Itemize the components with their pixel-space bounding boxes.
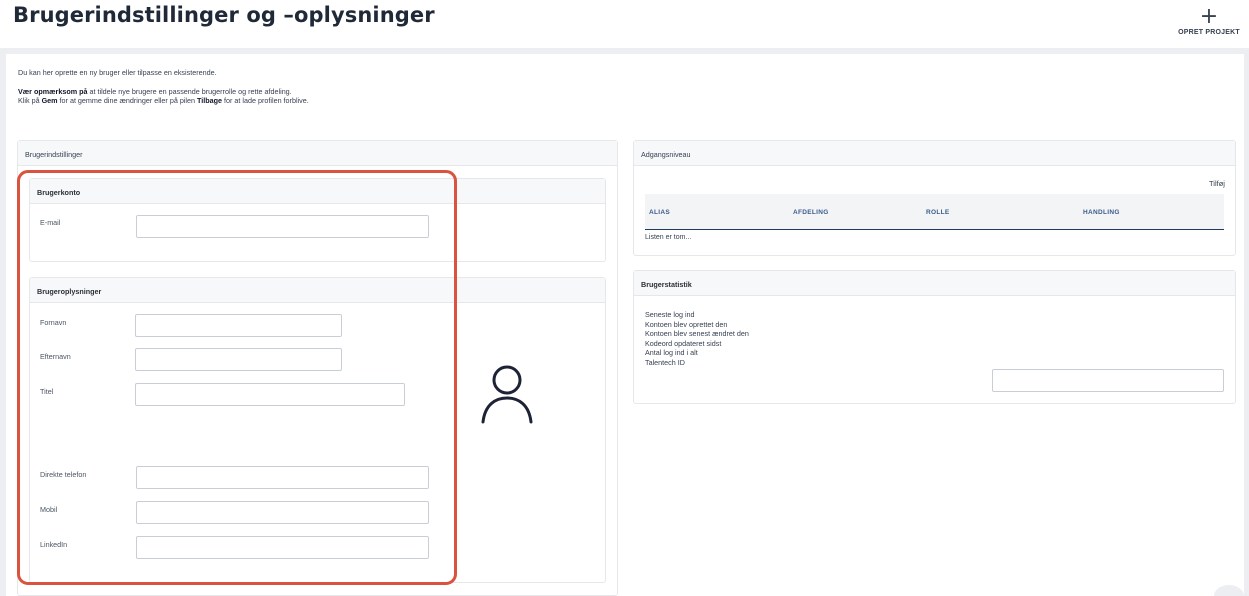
intro-line-2-rest: at tildele nye brugere en passende bruge…	[87, 86, 292, 96]
access-level-title: Adgangsniveau	[634, 141, 1235, 166]
stat-modified: Kontoen blev senest ændret den	[645, 329, 749, 338]
intro-line-3-pre: Klik på	[18, 96, 42, 105]
intro-line-2: Vær opmærksom på at tildele nye brugere …	[18, 87, 309, 97]
column-header-action[interactable]: HANDLING	[1083, 209, 1120, 216]
stat-talentech-id-label: Talentech ID	[645, 357, 685, 367]
user-stats-title: Brugerstatistik	[634, 271, 1235, 296]
linkedin-field[interactable]	[136, 536, 429, 559]
job-title-label: Titel	[40, 387, 54, 396]
direct-phone-field[interactable]	[136, 466, 429, 489]
mobile-label: Mobil	[40, 505, 58, 514]
user-info-title: Brugeroplysninger	[30, 278, 605, 303]
plus-icon: +	[1199, 4, 1219, 29]
avatar-icon[interactable]	[479, 361, 535, 425]
user-stats-list: Seneste log ind Kontoen blev oprettet de…	[645, 310, 749, 367]
job-title-field[interactable]	[135, 383, 405, 406]
stat-password-updated: Kodeord opdateret sidst	[645, 338, 722, 348]
direct-phone-label: Direkte telefon	[40, 470, 87, 479]
access-table-header: ALIAS AFDELING ROLLE HANDLING	[645, 194, 1224, 230]
last-name-label: Efternavn	[40, 352, 71, 361]
user-account-title: Brugerkonto	[30, 179, 605, 204]
talentech-id-field[interactable]	[992, 369, 1224, 392]
add-access-link[interactable]: Tilføj	[1209, 179, 1225, 188]
page-title: Brugerindstillinger og –oplysninger	[13, 3, 435, 27]
column-header-role[interactable]: ROLLE	[926, 209, 950, 216]
intro-line-3-tilbage: Tilbage	[197, 96, 223, 105]
first-name-label: Fornavn	[40, 318, 67, 327]
user-settings-title: Brugerindstillinger	[18, 141, 617, 166]
intro-line-3: Klik på Gem for at gemme dine ændringer …	[18, 96, 309, 106]
stat-last-login: Seneste log ind	[645, 310, 695, 319]
column-header-alias[interactable]: ALIAS	[649, 209, 670, 216]
last-name-field[interactable]	[135, 348, 342, 371]
intro-line-3-gem: Gem	[41, 96, 58, 105]
stat-created: Kontoen blev oprettet den	[645, 319, 728, 329]
intro-line-3-end: for at lade profilen forblive.	[222, 96, 309, 105]
email-label: E-mail	[40, 218, 61, 227]
create-project-button[interactable]: + OPRET PROJEKT	[1176, 4, 1242, 40]
mobile-field[interactable]	[136, 501, 429, 524]
first-name-field[interactable]	[135, 314, 342, 337]
linkedin-label: LinkedIn	[40, 540, 68, 549]
email-field[interactable]	[136, 215, 429, 238]
empty-list-text: Listen er tom...	[645, 234, 692, 241]
top-bar: Brugerindstillinger og –oplysninger + OP…	[0, 0, 1249, 48]
stat-login-count: Antal log ind i alt	[645, 348, 698, 357]
column-header-department[interactable]: AFDELING	[793, 209, 829, 216]
intro-text: Du kan her oprette en ny bruger eller ti…	[18, 68, 309, 106]
intro-line-1: Du kan her oprette en ny bruger eller ti…	[18, 68, 217, 77]
create-project-label: OPRET PROJEKT	[1178, 29, 1240, 36]
intro-line-2-bold: Vær opmærksom på	[18, 86, 88, 96]
intro-line-3-mid: for at gemme dine ændringer eller på pil…	[57, 96, 197, 105]
